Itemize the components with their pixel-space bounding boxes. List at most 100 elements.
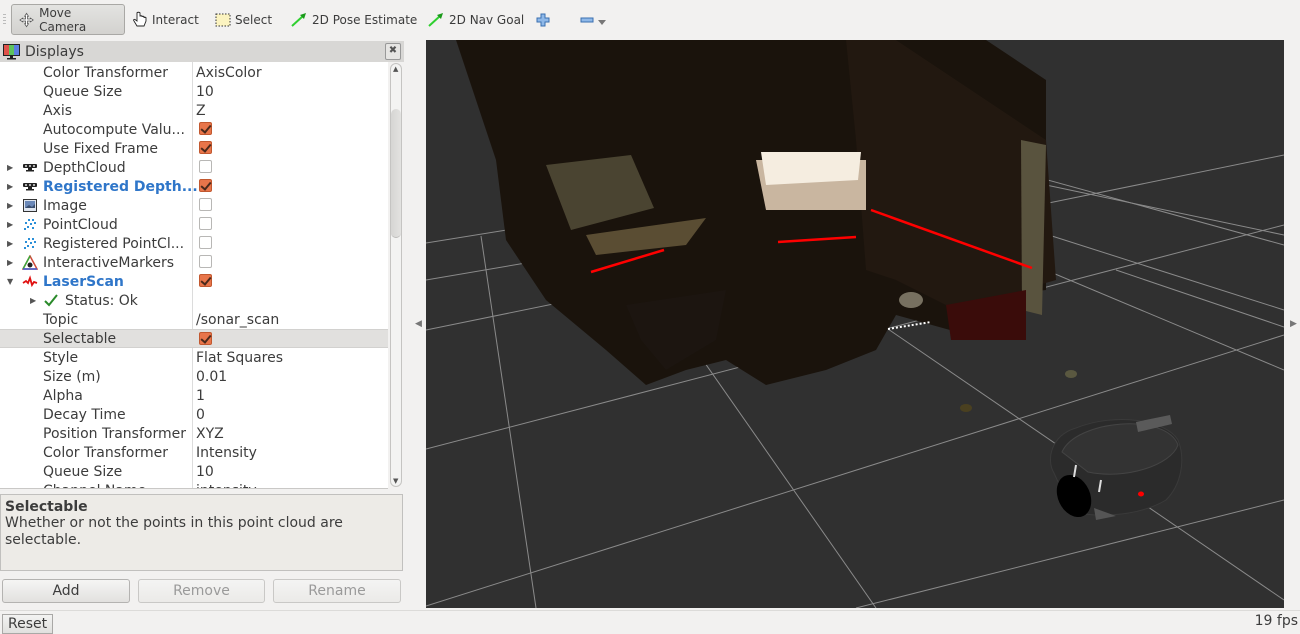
3d-render-view[interactable] [426,40,1284,608]
scroll-up-arrow-icon[interactable]: ▲ [393,65,398,73]
scrollbar-thumb[interactable] [391,108,401,238]
display-item-interactive-markers[interactable]: ▶ InteractiveMarkers [0,253,388,272]
property-row[interactable]: Queue Size 10 [0,82,388,101]
tool-move-camera[interactable]: Move Camera [11,4,125,35]
description-text: Whether or not the points in this point … [5,515,343,548]
expand-arrow-icon[interactable]: ▶ [7,201,13,210]
property-row[interactable]: Style Flat Squares [0,348,388,367]
property-row[interactable]: Queue Size 10 [0,462,388,481]
property-row-selected[interactable]: Selectable [0,329,388,348]
property-name: Style [43,349,79,366]
property-row[interactable]: Color Transformer Intensity [0,443,388,462]
remove-tool-button[interactable] [574,4,612,35]
rename-button[interactable]: Rename [273,579,401,603]
tool-label: Select [235,12,273,27]
display-item-laserscan[interactable]: ▼ LaserScan [0,272,388,291]
scroll-down-arrow-icon[interactable]: ▼ [393,477,398,485]
fps-readout: 19 fps [1254,613,1298,629]
minus-icon [580,17,594,22]
check-icon [44,294,58,307]
checkbox[interactable] [199,122,212,135]
property-value[interactable]: intensity [196,483,257,489]
property-row[interactable]: Autocompute Valu... [0,120,388,139]
checkbox[interactable] [199,332,212,345]
property-row[interactable]: Use Fixed Frame [0,139,388,158]
collapse-right-panel-arrow-icon[interactable]: ▶ [1290,319,1297,329]
reset-button[interactable]: Reset [2,614,54,634]
add-tool-button[interactable] [530,4,556,35]
display-item-depthcloud[interactable]: ▶ DepthCloud [0,158,388,177]
property-name: Alpha [43,387,83,404]
toolbar-grip[interactable] [3,14,6,26]
enable-checkbox[interactable] [199,179,212,192]
point-cloud-icon [24,238,36,249]
point-cloud-depth [456,40,1077,412]
enable-checkbox[interactable] [199,198,212,211]
property-value[interactable]: Flat Squares [196,350,283,366]
property-value[interactable]: /sonar_scan [196,312,279,328]
tool-select[interactable]: Select [209,4,278,35]
expand-arrow-icon[interactable]: ▶ [7,220,13,229]
laser-scan-icon [22,275,38,288]
add-button[interactable]: Add [2,579,130,603]
display-item-image[interactable]: ▶ Image [0,196,388,215]
property-name: Queue Size [43,463,123,480]
property-row[interactable]: Position Transformer XYZ [0,424,388,443]
property-value[interactable]: 1 [196,388,205,404]
property-name: Size (m) [43,368,101,385]
property-value[interactable]: Intensity [196,445,257,461]
enable-checkbox[interactable] [199,217,212,230]
expand-arrow-icon[interactable]: ▶ [7,258,13,267]
property-value[interactable]: Z [196,103,206,119]
property-value[interactable]: AxisColor [196,65,262,81]
property-name: Autocompute Valu... [43,121,185,138]
close-panel-button[interactable]: ✖ [385,43,401,60]
property-row[interactable]: Topic /sonar_scan [0,310,388,329]
remove-button[interactable]: Remove [138,579,265,603]
display-item-pointcloud[interactable]: ▶ PointCloud [0,215,388,234]
tool-2d-pose-estimate[interactable]: 2D Pose Estimate [284,4,423,35]
select-box-icon [215,13,231,26]
enable-checkbox[interactable] [199,274,212,287]
checkbox[interactable] [199,141,212,154]
property-value[interactable]: 10 [196,84,214,100]
property-value[interactable]: 0.01 [196,369,227,385]
property-row[interactable]: Alpha 1 [0,386,388,405]
property-value[interactable]: 0 [196,407,205,423]
property-row[interactable]: Size (m) 0.01 [0,367,388,386]
collapse-left-panel-arrow-icon[interactable]: ◀ [415,319,422,329]
interactive-markers-icon [22,255,38,270]
close-icon: ✖ [388,45,398,56]
display-name: PointCloud [43,216,118,233]
property-row[interactable]: Decay Time 0 [0,405,388,424]
display-name: Registered Depth... [43,178,198,195]
enable-checkbox[interactable] [199,160,212,173]
display-name: DepthCloud [43,159,126,176]
property-row[interactable]: Color Transformer AxisColor [0,63,388,82]
status-text: Status: Ok [65,292,138,309]
property-row[interactable]: Axis Z [0,101,388,120]
tool-label: 2D Pose Estimate [312,12,418,27]
expand-arrow-icon[interactable]: ▶ [7,163,13,172]
status-row[interactable]: ▶ Status: Ok [0,291,388,310]
tool-2d-nav-goal[interactable]: 2D Nav Goal [421,4,530,35]
expand-arrow-icon[interactable]: ▶ [30,296,36,305]
display-item-registered-depth[interactable]: ▶ Registered Depth... [0,177,388,196]
property-name: Decay Time [43,406,126,423]
image-icon [23,199,37,212]
property-name: Color Transformer [43,64,169,81]
tree-scrollbar[interactable]: ▲ ▼ [390,63,402,487]
enable-checkbox[interactable] [199,236,212,249]
collapse-arrow-icon[interactable]: ▼ [7,277,13,286]
expand-arrow-icon[interactable]: ▶ [7,182,13,191]
display-item-registered-pointcloud[interactable]: ▶ Registered PointCl... [0,234,388,253]
enable-checkbox[interactable] [199,255,212,268]
display-name: LaserScan [43,273,124,290]
property-value[interactable]: 10 [196,464,214,480]
hand-pointer-icon [133,11,147,26]
expand-arrow-icon[interactable]: ▶ [7,239,13,248]
property-name: Topic [43,311,79,328]
property-row[interactable]: Channel Name intensity [0,481,388,489]
tool-interact[interactable]: Interact [126,4,205,35]
property-value[interactable]: XYZ [196,426,224,442]
